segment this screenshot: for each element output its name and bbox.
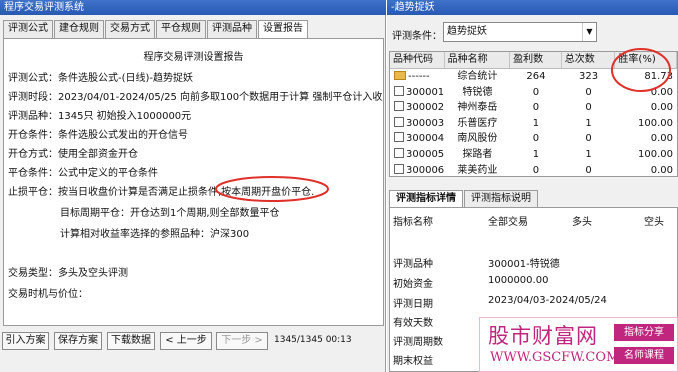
report-line: 交易时机与价位： <box>8 289 88 300</box>
report-line: 交易类型：多头及空头评测 <box>8 268 128 279</box>
table-row[interactable]: 300004 南风股份 0 0 0.00 <box>390 131 677 147</box>
folder-icon <box>394 71 406 80</box>
progress-status: 1345/1345 00:13 <box>274 335 352 345</box>
bottom-toolbar: 引入方案 保存方案 下载数据 < 上一步 下一步 > 1345/1345 00:… <box>0 332 386 354</box>
detail-label: 评测品种 <box>393 259 433 270</box>
table-row[interactable]: 300003 乐普医疗 1 1 100.00 <box>390 116 677 132</box>
table-row[interactable]: ------ 综合统计 264 323 81.73 <box>390 69 677 85</box>
tab-report[interactable]: 设置报告 <box>258 20 308 39</box>
column-header[interactable]: 胜率(%) <box>615 52 677 68</box>
detail-value: 1000000.00 <box>488 275 549 286</box>
prev-step-button[interactable]: < 上一步 <box>160 332 212 350</box>
checkbox[interactable] <box>394 116 404 127</box>
tab-metric-details[interactable]: 评测指标详情 <box>389 190 463 207</box>
watermark-tag: 指标分享 <box>614 324 674 341</box>
watermark-url: WWW.GSCFW.COM <box>490 350 620 365</box>
report-title: 程序交易评测设置报告 <box>143 52 244 63</box>
report-line: 平仓条件：公式中定义的平仓条件 <box>8 168 158 179</box>
checkbox[interactable] <box>394 85 404 96</box>
report-line: 评测品种：1345只 初始投入1000000元 <box>8 111 192 122</box>
watermark-logo-text: 股市财富网 <box>488 324 598 348</box>
report-line: 评测时段：2023/04/01-2024/05/25 向前多取100个数据用于计… <box>8 92 384 103</box>
detail-label: 评测日期 <box>393 299 433 310</box>
detail-header: 多头 <box>572 217 592 228</box>
column-header[interactable]: 品种名称 <box>445 52 511 68</box>
watermark-tag: 名师课程 <box>614 347 674 364</box>
download-data-button[interactable]: 下载数据 <box>107 332 155 350</box>
checkbox[interactable] <box>394 101 404 112</box>
condition-label: 评测条件： <box>392 31 442 42</box>
result-window-title: -趋势捉妖 <box>387 0 678 15</box>
detail-value: 2023/04/03-2024/05/24 <box>488 295 607 306</box>
tab-instruments[interactable]: 评测品种 <box>207 20 257 38</box>
table-row[interactable]: 300001 特锐德 0 0 0.00 <box>390 85 677 101</box>
detail-header: 全部交易 <box>488 217 528 228</box>
checkbox[interactable] <box>394 147 404 158</box>
tab-trade-mode[interactable]: 交易方式 <box>105 20 155 38</box>
condition-select[interactable]: 趋势捉妖 ▼ <box>443 22 597 42</box>
condition-value: 趋势捉妖 <box>447 26 487 37</box>
report-line: 评测公式：条件选股公式-(日线)-趋势捉妖 <box>8 73 194 84</box>
settings-report: 程序交易评测设置报告 评测公式：条件选股公式-(日线)-趋势捉妖 评测时段：20… <box>3 38 384 326</box>
results-table: 品种代码 品种名称 盈利数 总次数 胜率(%) ------ 综合统计 264 … <box>389 51 678 177</box>
report-line: 目标周期平仓：开仓达到1个周期,则全部数量平仓 <box>60 208 280 219</box>
window-title: 程序交易评测系统 <box>0 0 386 15</box>
tab-formula[interactable]: 评测公式 <box>3 20 53 38</box>
settings-tabs: 评测公式 建仓规则 交易方式 平仓规则 评测品种 设置报告 <box>3 20 309 39</box>
checkbox[interactable] <box>394 163 404 174</box>
save-scheme-button[interactable]: 保存方案 <box>54 332 102 350</box>
tab-entry-rules[interactable]: 建仓规则 <box>54 20 104 38</box>
tab-metric-notes[interactable]: 评测指标说明 <box>464 190 538 207</box>
detail-label: 初始资金 <box>393 279 433 290</box>
table-header: 品种代码 品种名称 盈利数 总次数 胜率(%) <box>390 52 677 69</box>
evaluation-window: 程序交易评测系统 评测公式 建仓规则 交易方式 平仓规则 评测品种 设置报告 程… <box>0 0 386 372</box>
chevron-down-icon[interactable]: ▼ <box>582 23 596 41</box>
table-row[interactable]: 300006 莱美药业 0 0 0.00 <box>390 163 677 176</box>
detail-label: 有效天数 <box>393 318 433 329</box>
detail-tabs: 评测指标详情 评测指标说明 <box>389 190 539 207</box>
column-header[interactable]: 总次数 <box>562 52 616 68</box>
report-line: 止损平仓：按当日收盘价计算是否满足止损条件,按本周期开盘价平仓. <box>8 187 315 198</box>
site-watermark: 股市财富网 WWW.GSCFW.COM 指标分享 名师课程 <box>479 317 678 372</box>
detail-label: 评测周期数 <box>393 337 443 348</box>
checkbox[interactable] <box>394 132 404 143</box>
report-line: 开仓条件：条件选股公式发出的开仓信号 <box>8 130 188 141</box>
detail-label: 期末权益 <box>393 356 433 367</box>
table-row[interactable]: 300002 神州泰岳 0 0 0.00 <box>390 100 677 116</box>
table-row[interactable]: 300005 探路者 1 1 100.00 <box>390 147 677 163</box>
detail-value: 300001-特锐德 <box>488 259 560 270</box>
column-header[interactable]: 品种代码 <box>390 52 445 68</box>
detail-header: 指标名称 <box>393 217 433 228</box>
import-scheme-button[interactable]: 引入方案 <box>2 332 49 350</box>
detail-header: 空头 <box>644 217 664 228</box>
report-line: 计算相对收益率选择的参照品种：沪深300 <box>60 229 250 240</box>
tab-exit-rules[interactable]: 平仓规则 <box>156 20 206 38</box>
column-header[interactable]: 盈利数 <box>510 52 562 68</box>
report-line: 开仓方式：使用全部资金开仓 <box>8 149 138 160</box>
next-step-button[interactable]: 下一步 > <box>216 332 268 350</box>
